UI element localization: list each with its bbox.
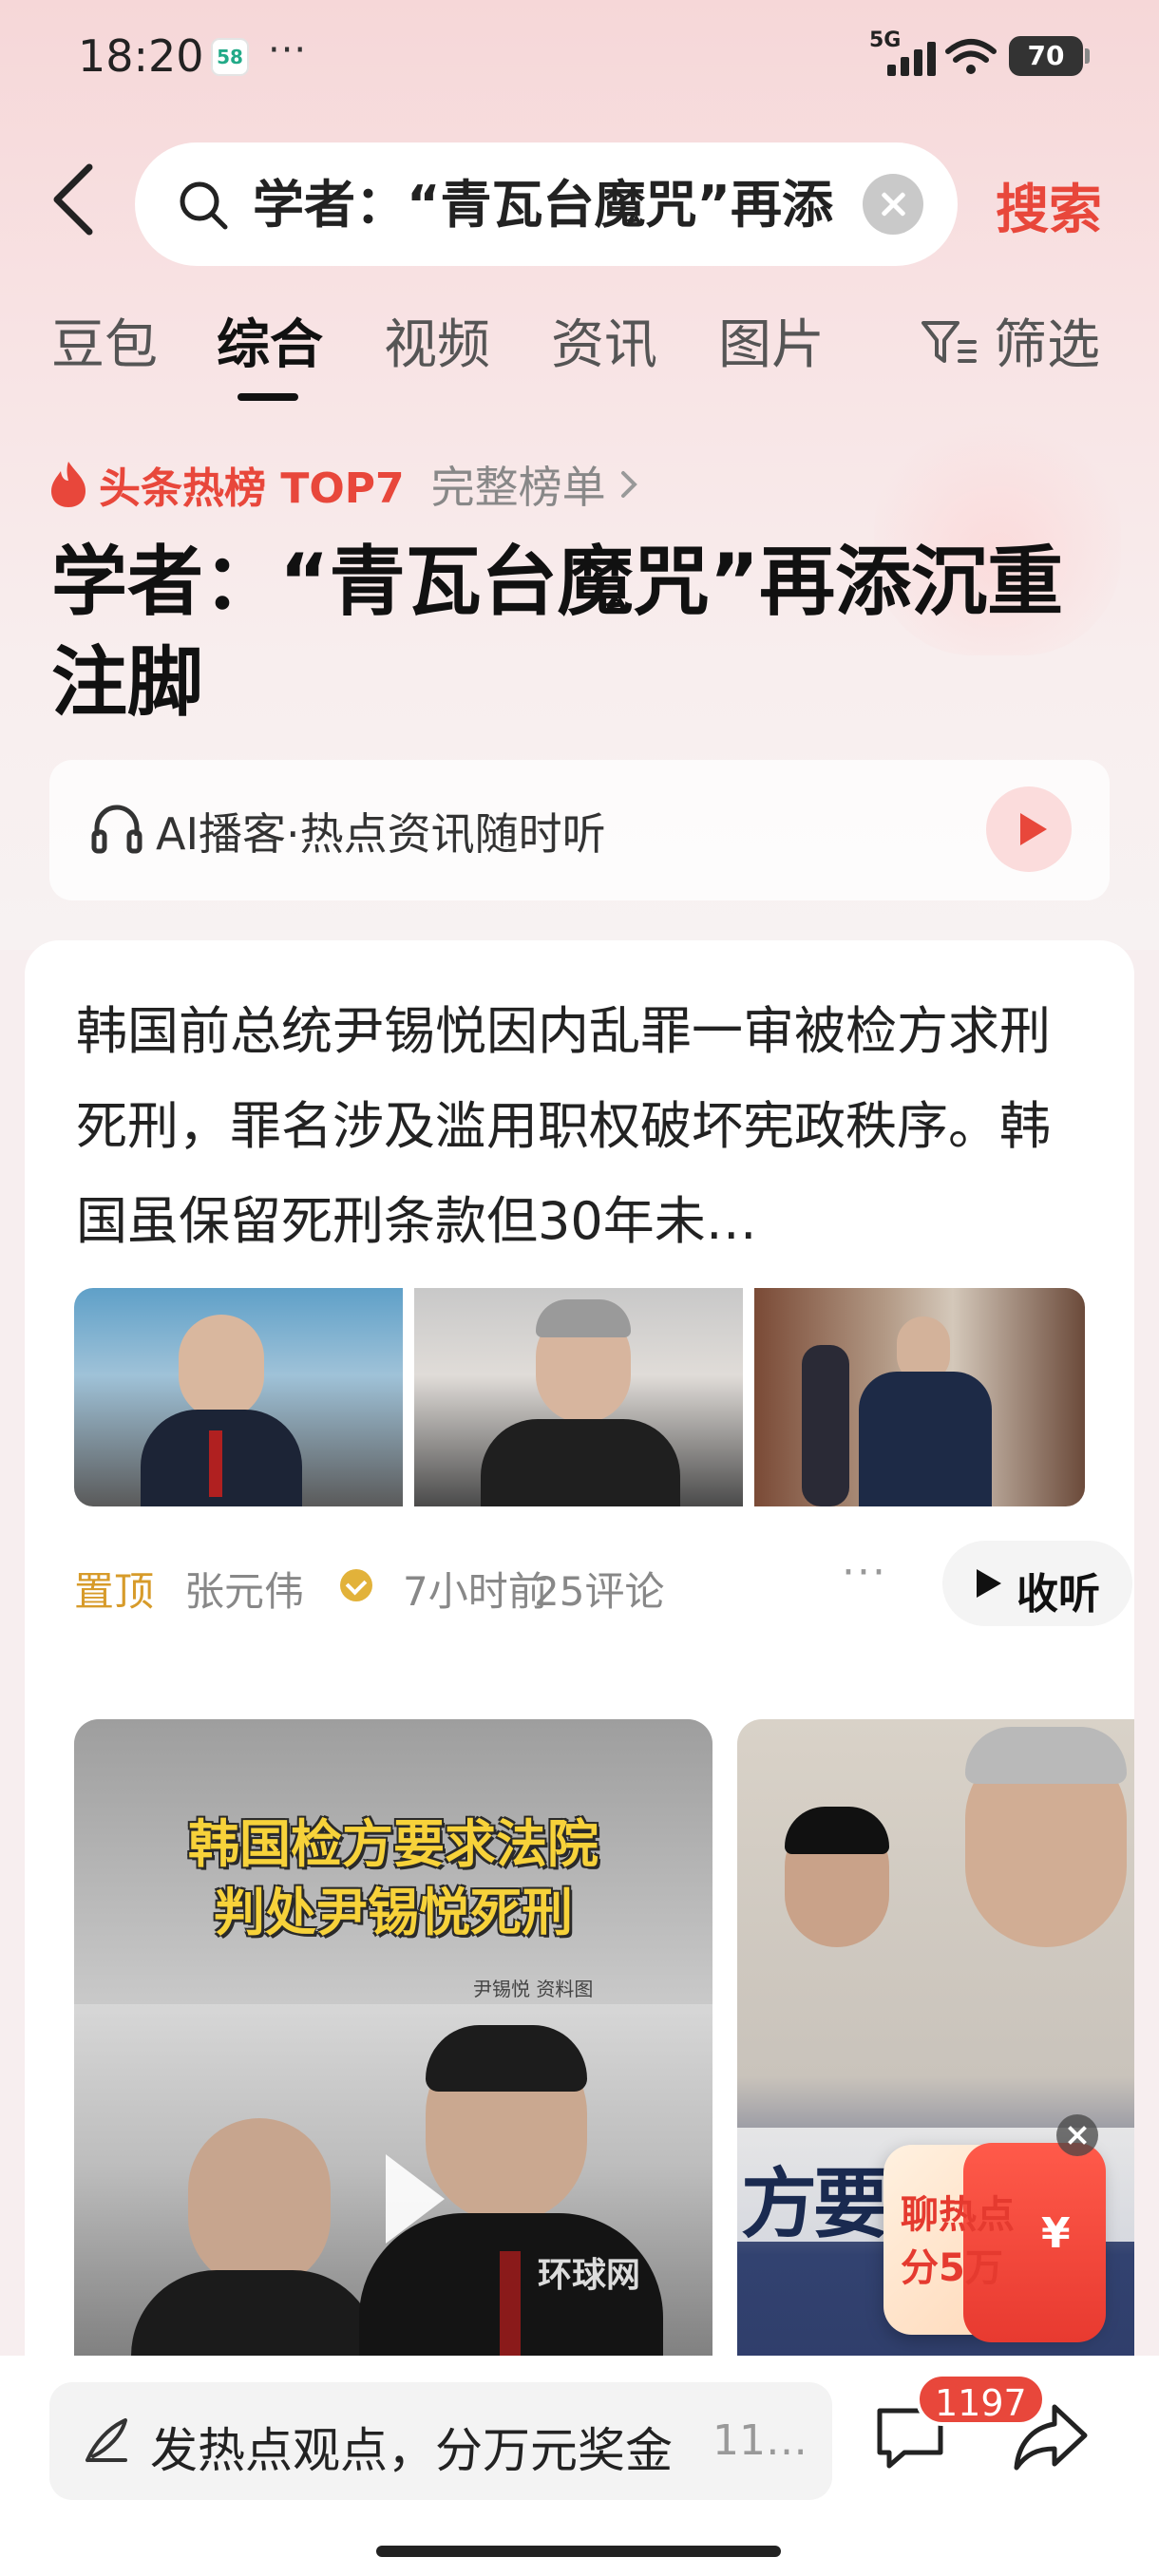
comment-input[interactable]: 发热点观点，分万元奖金 11… — [49, 2382, 832, 2500]
article-summary[interactable]: 韩国前总统尹锡悦因内乱罪一审被检方求刑死刑，罪名涉及滥用职权破坏宪政秩序。韩国虽… — [76, 984, 1083, 1269]
comment-count[interactable]: 25评论 — [534, 1560, 664, 1618]
video-2-overlay-text: 方要 — [741, 2160, 889, 2248]
article-thumbnails[interactable] — [74, 1288, 1085, 1506]
tab-filter[interactable]: 筛选 — [994, 302, 1100, 379]
filter-icon[interactable] — [918, 315, 978, 369]
pen-icon — [86, 2418, 127, 2462]
hot-rank-row[interactable]: 头条热榜 TOP7 完整榜单 — [48, 454, 640, 515]
listen-button[interactable]: 收听 — [942, 1541, 1132, 1626]
hot-rank-title: 头条热榜 TOP7 — [99, 464, 405, 513]
tab-bar: 豆包 综合 视频 资讯 图片 筛选 — [0, 302, 1159, 407]
play-icon[interactable] — [986, 786, 1072, 872]
tab-comprehensive[interactable]: 综合 — [217, 302, 323, 379]
close-icon[interactable] — [1056, 2114, 1098, 2156]
tab-active-indicator — [238, 393, 298, 401]
pinned-label: 置顶 — [74, 1568, 155, 1615]
promo-line-2: 分5万 — [901, 2246, 1003, 2290]
status-time: 18:20 — [78, 30, 204, 82]
author-name[interactable]: 张元伟 — [184, 1560, 304, 1618]
video-1-caption-line1: 韩国检方要求法院 — [188, 1814, 598, 1874]
status-more-icon: ··· — [268, 28, 308, 72]
video-1-caption-line2: 判处尹锡悦死刑 — [214, 1883, 573, 1942]
video-1-watermark: 环球网 — [538, 2256, 641, 2295]
tab-video[interactable]: 视频 — [384, 302, 490, 379]
thumbnail-1[interactable] — [74, 1288, 403, 1506]
full-list-link[interactable]: 完整榜单 — [431, 453, 606, 516]
comment-placeholder: 发热点观点，分万元奖金 — [150, 2423, 673, 2478]
tab-doubao[interactable]: 豆包 — [51, 302, 158, 379]
battery-icon: 70 — [1009, 36, 1090, 76]
status-bar: 18:20 58 ··· 5G 70 — [0, 0, 1159, 114]
clear-icon[interactable] — [863, 174, 923, 235]
podcast-label: AI播客·热点资讯随时听 — [156, 808, 606, 860]
video-1-caption: 韩国检方要求法院 判处尹锡悦死刑 — [74, 1810, 712, 1947]
headphone-icon — [91, 805, 142, 854]
more-options-icon[interactable]: ··· — [842, 1548, 887, 1597]
ai-podcast-bar[interactable]: AI播客·热点资讯随时听 — [49, 760, 1110, 900]
play-icon — [977, 1569, 1001, 1598]
thumbnail-3[interactable] — [754, 1288, 1085, 1506]
tab-news[interactable]: 资讯 — [551, 302, 657, 379]
promo-widget[interactable]: 聊热点 分5万 ¥ — [884, 2143, 1106, 2342]
search-button[interactable]: 搜索 — [996, 167, 1102, 244]
search-input[interactable]: 学者：“青瓦台魔咒”再添 — [253, 171, 861, 239]
share-icon[interactable] — [1011, 2397, 1091, 2477]
article-meta: 置顶 张元伟 7小时前 25评论 ··· 收听 — [74, 1541, 1132, 1626]
signal-icon — [887, 42, 937, 76]
promo-line-1: 聊热点 — [901, 2193, 1015, 2237]
yen-icon: ¥ — [1041, 2209, 1071, 2258]
play-icon[interactable] — [376, 2147, 452, 2251]
fire-icon — [51, 462, 86, 507]
wifi-icon — [945, 39, 997, 74]
home-indicator[interactable] — [376, 2546, 781, 2557]
tab-images[interactable]: 图片 — [718, 302, 825, 379]
video-1-source-label: 尹锡悦 资料图 — [473, 1978, 594, 2000]
search-box[interactable]: 学者：“青瓦台魔咒”再添 — [135, 142, 958, 266]
verify-icon — [340, 1569, 372, 1601]
app-58-icon: 58 — [211, 38, 249, 76]
comment-more-text: 11… — [712, 2416, 808, 2465]
publish-time: 7小时前 — [403, 1568, 548, 1615]
back-icon[interactable] — [48, 161, 104, 237]
chevron-right-icon — [620, 471, 637, 498]
promo-text: 聊热点 分5万 — [901, 2188, 1015, 2295]
page-title: 学者：“青瓦台魔咒”再添沉重注脚 — [51, 538, 1064, 727]
thumbnail-2[interactable] — [414, 1288, 743, 1506]
bottom-bar: 发热点观点，分万元奖金 11… 1197 — [0, 2356, 1159, 2576]
search-icon — [180, 181, 228, 230]
listen-label: 收听 — [1016, 1570, 1100, 1619]
